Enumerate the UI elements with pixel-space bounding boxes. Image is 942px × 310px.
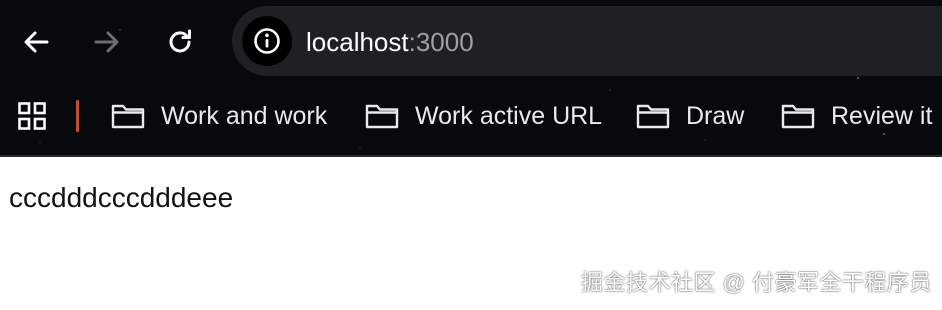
forward-button[interactable]	[87, 22, 127, 62]
browser-chrome: localhost:3000 Work and work Work active…	[0, 0, 942, 157]
arrow-left-icon	[24, 31, 49, 53]
page-content-text: cccdddcccdddeee	[9, 182, 234, 213]
watermark: 掘金技术社区 @ 付豪军全干程序员	[580, 270, 932, 295]
apps-button[interactable]	[18, 102, 46, 135]
bookmarks-divider	[76, 100, 79, 132]
info-icon	[254, 28, 280, 54]
site-info-button[interactable]	[242, 16, 292, 66]
bookmark-label: Review it	[831, 102, 933, 130]
address-bar[interactable]: localhost:3000	[232, 6, 942, 76]
bookmark-folder-review-it[interactable]: Review it	[781, 98, 932, 134]
bookmark-label: Work and work	[161, 102, 328, 130]
reload-button[interactable]	[160, 22, 200, 62]
folder-icon	[781, 104, 815, 129]
folder-icon	[111, 104, 145, 129]
bookmark-label: Draw	[686, 102, 745, 130]
bookmark-label: Work active URL	[415, 102, 603, 130]
url-port: :3000	[408, 27, 474, 57]
folder-icon	[636, 104, 670, 129]
bookmark-folder-work-active-url[interactable]: Work active URL	[365, 98, 602, 134]
back-button[interactable]	[16, 22, 56, 62]
folder-icon	[365, 104, 399, 129]
reload-icon	[169, 29, 191, 53]
url-host: localhost	[306, 27, 409, 57]
apps-grid-icon	[18, 102, 46, 130]
bookmark-folder-work-and-work[interactable]: Work and work	[111, 98, 327, 134]
url-text[interactable]: localhost:3000	[306, 26, 474, 58]
bookmark-folder-draw[interactable]: Draw	[636, 98, 744, 134]
arrow-right-icon	[94, 31, 119, 53]
bookmarks-bar: Work and work Work active URL Draw Revie…	[0, 90, 942, 142]
